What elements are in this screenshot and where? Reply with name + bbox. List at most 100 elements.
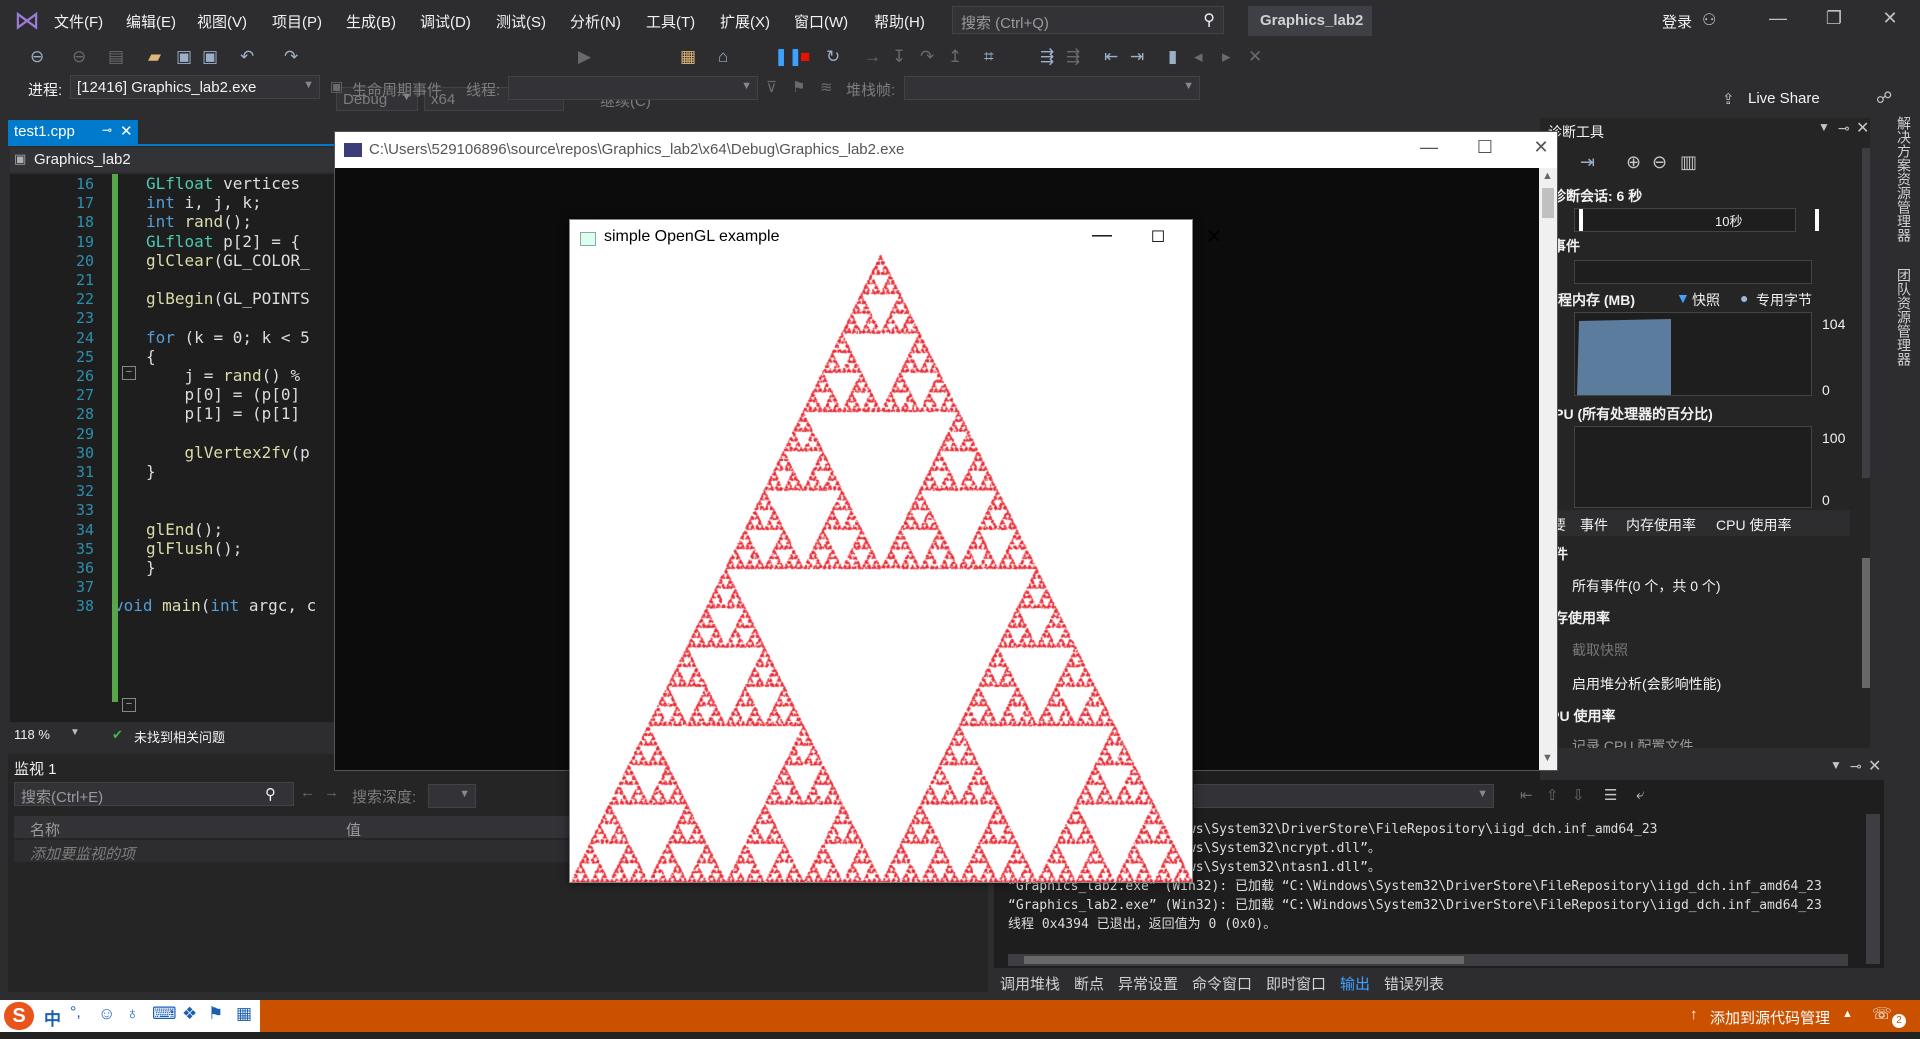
code-line[interactable]: { xyxy=(146,347,156,366)
sign-in-link[interactable]: 登录 xyxy=(1662,11,1692,32)
forward-icon[interactable]: ⊖ xyxy=(72,47,86,67)
console-close-icon[interactable]: ✕ xyxy=(1521,137,1561,158)
menu-extensions[interactable]: 扩展(X) xyxy=(720,11,770,32)
search-icon[interactable]: ⚲ xyxy=(265,785,276,803)
close-icon[interactable]: ✕ xyxy=(1856,118,1869,138)
minimize-icon[interactable]: — xyxy=(1758,8,1798,29)
show-next-statement-icon[interactable]: → xyxy=(864,47,881,67)
code-line[interactable]: GLfloat vertices xyxy=(146,174,300,193)
sierpinski-gasket-canvas[interactable] xyxy=(570,254,1192,882)
quick-launch-search-input[interactable]: 搜索 (Ctrl+Q) ⚲ xyxy=(952,6,1224,34)
tab-close-icon[interactable]: ✕ xyxy=(120,122,133,140)
tab-immediate-window[interactable]: 即时窗口 xyxy=(1266,973,1326,994)
pin-icon[interactable]: ⊸ xyxy=(102,123,112,137)
zoom-out-icon[interactable]: ⊖ xyxy=(1652,152,1667,173)
tab-output[interactable]: 输出 xyxy=(1340,973,1370,994)
bookmark-icon[interactable]: ▮ xyxy=(1168,47,1177,67)
indent-icon[interactable]: ⇤ xyxy=(1104,47,1118,67)
code-line[interactable]: glClear(GL_COLOR_ xyxy=(146,251,310,270)
code-line[interactable]: int i, j, k; xyxy=(146,193,262,212)
pin-icon[interactable]: ⊸ xyxy=(1838,120,1850,137)
scrollbar-thumb[interactable] xyxy=(1024,956,1464,964)
filter-icon[interactable]: ⊽ xyxy=(766,78,777,96)
timeline-end-handle[interactable] xyxy=(1815,209,1819,231)
zoom-dropdown-icon[interactable]: ▼ xyxy=(70,727,80,738)
output-source-select[interactable]: ▼ xyxy=(1194,784,1494,808)
save-icon[interactable]: ▣ xyxy=(176,47,192,67)
column-value[interactable]: 值 xyxy=(346,819,361,840)
skin-icon[interactable]: ❖ xyxy=(182,1004,197,1024)
close-icon[interactable]: ✕ xyxy=(1870,8,1910,29)
menu-help[interactable]: 帮助(H) xyxy=(874,11,925,32)
continue-icon[interactable]: ▶ xyxy=(578,47,591,67)
menu-project[interactable]: 项目(P) xyxy=(272,11,322,32)
clear-bookmarks-icon[interactable]: ✕ xyxy=(1248,47,1262,67)
menu-file[interactable]: 文件(F) xyxy=(54,11,103,32)
code-line[interactable]: int rand(); xyxy=(146,212,252,231)
gl-maximize-icon[interactable]: ☐ xyxy=(1130,227,1186,247)
solution-explorer-tab[interactable]: 解决方案资源管理器 xyxy=(1894,116,1914,242)
menu-analyze[interactable]: 分析(N) xyxy=(570,11,621,32)
reset-zoom-icon[interactable]: ▥ xyxy=(1680,152,1697,173)
lifecycle-events-button[interactable]: 生命周期事件 xyxy=(352,79,442,100)
diagnostics-scrollbar-lower[interactable] xyxy=(1862,558,1870,688)
tab-exception-settings[interactable]: 异常设置 xyxy=(1118,973,1178,994)
visual-studio-logo-icon[interactable]: ⋈ xyxy=(14,6,42,34)
restart-icon[interactable]: ↻ xyxy=(826,47,840,67)
thread-icon[interactable]: ⇶ xyxy=(1040,47,1054,67)
code-line[interactable]: glFlush(); xyxy=(146,539,242,558)
code-editor[interactable]: 16 GLfloat vertices 17 int i, j, k; 18 int ra… xyxy=(10,174,334,722)
code-line[interactable]: glBegin(GL_POINTS xyxy=(146,289,310,308)
menu-window[interactable]: 窗口(W) xyxy=(794,11,848,32)
word-wrap-icon[interactable]: ⤶ xyxy=(1636,786,1644,803)
menu-debug[interactable]: 调试(D) xyxy=(420,11,471,32)
menu-view[interactable]: 视图(V) xyxy=(197,11,247,32)
diagnostics-scrollbar-upper[interactable] xyxy=(1862,148,1870,478)
collapse-main-icon[interactable]: − xyxy=(122,698,136,712)
stack-icon[interactable]: ⇶ xyxy=(1066,47,1080,67)
record-cpu-profile-button[interactable]: 记录 CPU 配置文件 xyxy=(1572,736,1693,748)
punctuation-icon[interactable]: °, xyxy=(70,1004,81,1022)
gl-close-icon[interactable]: ✕ xyxy=(1186,224,1242,249)
watch-search-input[interactable]: 搜索(Ctrl+E) ⚲ xyxy=(14,782,294,806)
tab-call-stack[interactable]: 调用堆栈 xyxy=(1000,973,1060,994)
source-control-caret-icon[interactable]: ▲ xyxy=(1842,1008,1853,1020)
outdent-icon[interactable]: ⇥ xyxy=(1130,47,1144,67)
menu-grid-icon[interactable]: ▦ xyxy=(236,1004,252,1024)
pause-icon[interactable]: ❚❚ xyxy=(774,47,803,67)
zoom-in-icon[interactable]: ⊕ xyxy=(1626,152,1641,173)
menu-test[interactable]: 测试(S) xyxy=(496,11,546,32)
take-snapshot-button[interactable]: 截取快照 xyxy=(1572,640,1628,660)
browser-icon[interactable]: ⌂ xyxy=(718,47,728,67)
export-icon[interactable]: ⇥ xyxy=(1580,152,1595,173)
console-scrollbar[interactable]: ▲ ▼ xyxy=(1539,168,1557,770)
output-horizontal-scrollbar[interactable] xyxy=(1008,954,1848,966)
code-line[interactable]: } xyxy=(146,462,156,481)
hex-display-icon[interactable]: ⌗ xyxy=(984,47,994,67)
zoom-level[interactable]: 118 % xyxy=(14,727,50,742)
tab-events[interactable]: 事件 xyxy=(1580,515,1608,535)
tab-cpu-usage[interactable]: CPU 使用率 xyxy=(1716,515,1791,535)
code-line[interactable]: GLfloat p[2] = { xyxy=(146,232,300,251)
back-icon[interactable]: ⊖ xyxy=(30,47,44,67)
menu-build[interactable]: 生成(B) xyxy=(346,11,396,32)
heap-profiling-button[interactable]: 启用堆分析(会影响性能) xyxy=(1572,674,1721,694)
prev-bookmark-icon[interactable]: ◂ xyxy=(1194,47,1203,67)
sogou-logo-icon[interactable]: S xyxy=(4,1002,34,1030)
timeline-ruler[interactable]: 10秒 xyxy=(1574,208,1819,232)
add-to-source-control-button[interactable]: 添加到源代码管理 xyxy=(1710,1007,1830,1028)
tab-breakpoints[interactable]: 断点 xyxy=(1074,973,1104,994)
prev-message-icon[interactable]: ⇧ xyxy=(1546,786,1559,804)
code-line[interactable]: } xyxy=(146,558,156,577)
step-over-icon[interactable]: ↷ xyxy=(920,47,934,67)
scroll-down-icon[interactable]: ▼ xyxy=(1542,752,1553,764)
code-line[interactable]: glVertex2fv(p xyxy=(146,443,310,462)
code-line[interactable]: glEnd(); xyxy=(146,520,223,539)
memory-graph[interactable] xyxy=(1574,312,1812,396)
console-titlebar[interactable]: C:\Users\529106896\source\repos\Graphics… xyxy=(335,132,1557,168)
restore-icon[interactable]: ❐ xyxy=(1814,8,1854,29)
dropdown-icon[interactable]: ▼ xyxy=(1830,758,1842,772)
timeline-start-handle[interactable] xyxy=(1579,209,1583,231)
next-message-icon[interactable]: ⇩ xyxy=(1572,786,1585,804)
step-into-icon[interactable]: ↧ xyxy=(892,47,906,67)
